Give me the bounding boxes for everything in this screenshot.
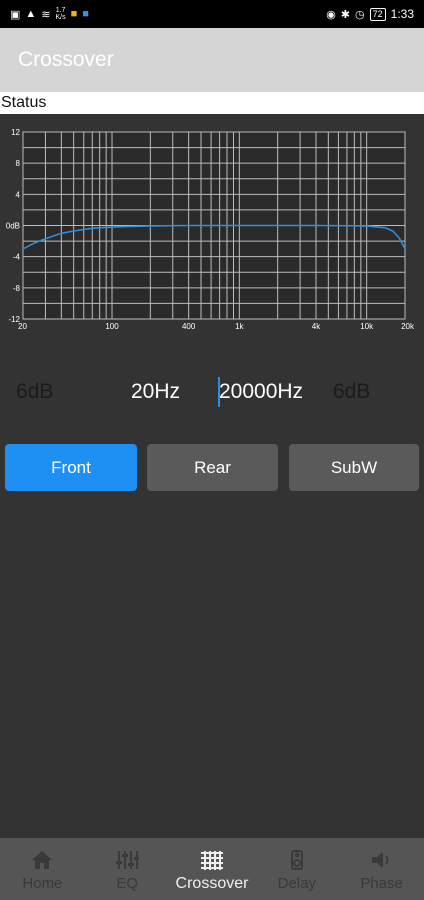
- nav-crossover-label: Crossover: [175, 875, 249, 892]
- home-icon: [30, 848, 54, 872]
- speaker-icon: [369, 848, 395, 872]
- chart-y-tick-label: 8: [16, 159, 21, 168]
- chart-y-tick-label: -4: [13, 253, 21, 262]
- eq-sliders-icon: [115, 848, 140, 872]
- chart-y-tick-label: 0dB: [6, 222, 20, 231]
- frequency-response-chart: 12 8 4 0dB -4 -8 -12 20 100 400 1k 4k 10k 20k: [0, 118, 424, 338]
- nav-home[interactable]: Home: [0, 838, 85, 900]
- channel-front-button[interactable]: Front: [5, 444, 137, 491]
- high-frequency-value[interactable]: 20000Hz: [219, 370, 303, 414]
- nav-eq-label: EQ: [116, 875, 139, 892]
- low-frequency-value[interactable]: 20Hz: [131, 370, 180, 414]
- chart-x-tick-label: 100: [105, 322, 119, 331]
- nav-phase-label: Phase: [360, 875, 403, 892]
- bluetooth-icon: ✱: [340, 8, 351, 21]
- nav-crossover[interactable]: Crossover: [170, 838, 255, 900]
- network-speed: 1.7 K/s: [56, 7, 66, 21]
- alarm-icon: ◷: [355, 8, 365, 21]
- status-left-group: ▣ ▲ ≋ 1.7 K/s ■ ■: [10, 7, 89, 21]
- channel-rear-button[interactable]: Rear: [147, 444, 278, 491]
- nav-phase[interactable]: Phase: [339, 838, 424, 900]
- nav-delay[interactable]: Delay: [254, 838, 339, 900]
- network-speed-value: 1.7: [55, 7, 66, 14]
- nfc-icon: ▣: [10, 8, 21, 21]
- chart-x-tick-label: 10k: [360, 322, 374, 331]
- high-slope-selector[interactable]: 6dB: [333, 370, 370, 414]
- network-speed-unit: K/s: [55, 14, 66, 21]
- chart-x-tick-label: 20k: [401, 322, 415, 331]
- chart-x-tick-label: 20: [18, 322, 27, 331]
- page-title: Crossover: [18, 48, 114, 71]
- app-bar: Crossover: [0, 28, 424, 92]
- chart-y-tick-label: -8: [13, 284, 21, 293]
- chart-x-tick-label: 1k: [235, 322, 244, 331]
- low-slope-selector[interactable]: 6dB: [16, 370, 53, 414]
- nav-home-label: Home: [22, 875, 63, 892]
- nav-delay-label: Delay: [277, 875, 316, 892]
- notification-app-icon: ■: [70, 8, 78, 20]
- signal-icon: ▲: [25, 8, 37, 20]
- channel-subw-button[interactable]: SubW: [289, 444, 419, 491]
- crossover-controls: 6dB 20Hz 20000Hz 6dB: [0, 370, 424, 414]
- frequency-response-svg: 12840dB-4-8-1220 100 400 1k 4k 10k 20k: [6, 128, 415, 331]
- bottom-navigation: Home EQ Crossover Delay Phase: [0, 838, 424, 900]
- chart-y-tick-label: 4: [16, 190, 21, 199]
- chart-x-tick-label: 4k: [312, 322, 321, 331]
- notification-app-icon-2: ■: [82, 8, 89, 20]
- connection-status: Status: [0, 92, 424, 114]
- delay-icon: [287, 848, 307, 872]
- nav-eq[interactable]: EQ: [85, 838, 170, 900]
- chart-y-tick-label: 12: [11, 128, 20, 137]
- clock: 1:33: [390, 7, 414, 21]
- wifi-icon: ≋: [41, 8, 51, 21]
- crossover-icon: [200, 848, 224, 872]
- status-right-group: ◉ ✱ ◷ 72 1:33: [326, 7, 414, 21]
- system-status-bar: ▣ ▲ ≋ 1.7 K/s ■ ■ ◉ ✱ ◷ 72 1:33: [0, 0, 424, 28]
- eye-icon: ◉: [326, 8, 336, 21]
- battery-indicator: 72: [369, 7, 386, 21]
- chart-x-tick-label: 400: [182, 322, 196, 331]
